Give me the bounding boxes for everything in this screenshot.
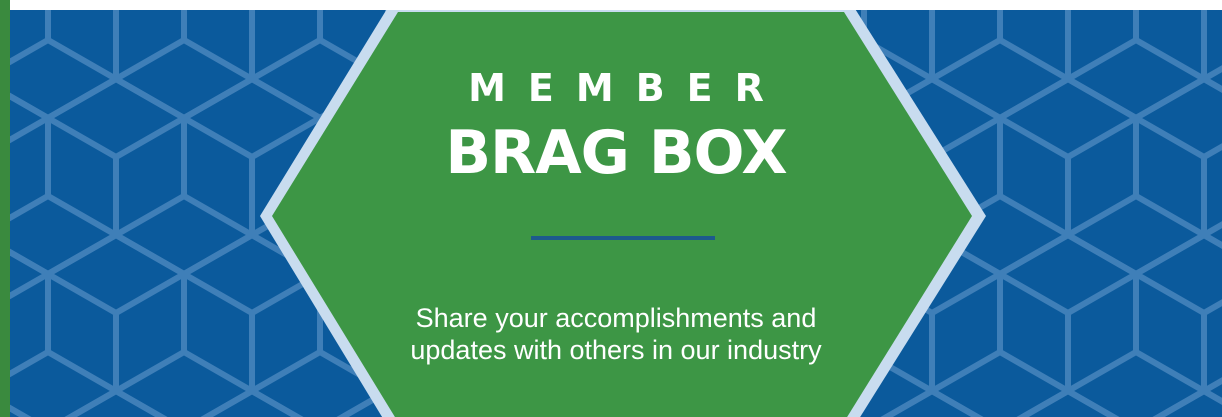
tagline-line-1: Share your accomplishments and [415, 303, 817, 333]
title-divider [531, 236, 715, 240]
brag-box-banner: MEMBER BRAG BOX Share your accomplishmen… [10, 10, 1222, 417]
tagline-line-2: updates with others in our industry [410, 335, 822, 365]
banner-kicker: MEMBER [468, 66, 786, 110]
banner-title: BRAG BOX [445, 118, 787, 188]
top-border [10, 0, 1222, 10]
page: MEMBER BRAG BOX Share your accomplishmen… [0, 0, 1222, 417]
banner-tagline: Share your accomplishments and updates w… [10, 302, 1222, 366]
left-accent-strip [0, 0, 10, 417]
banner-text: MEMBER BRAG BOX Share your accomplishmen… [10, 10, 1222, 417]
